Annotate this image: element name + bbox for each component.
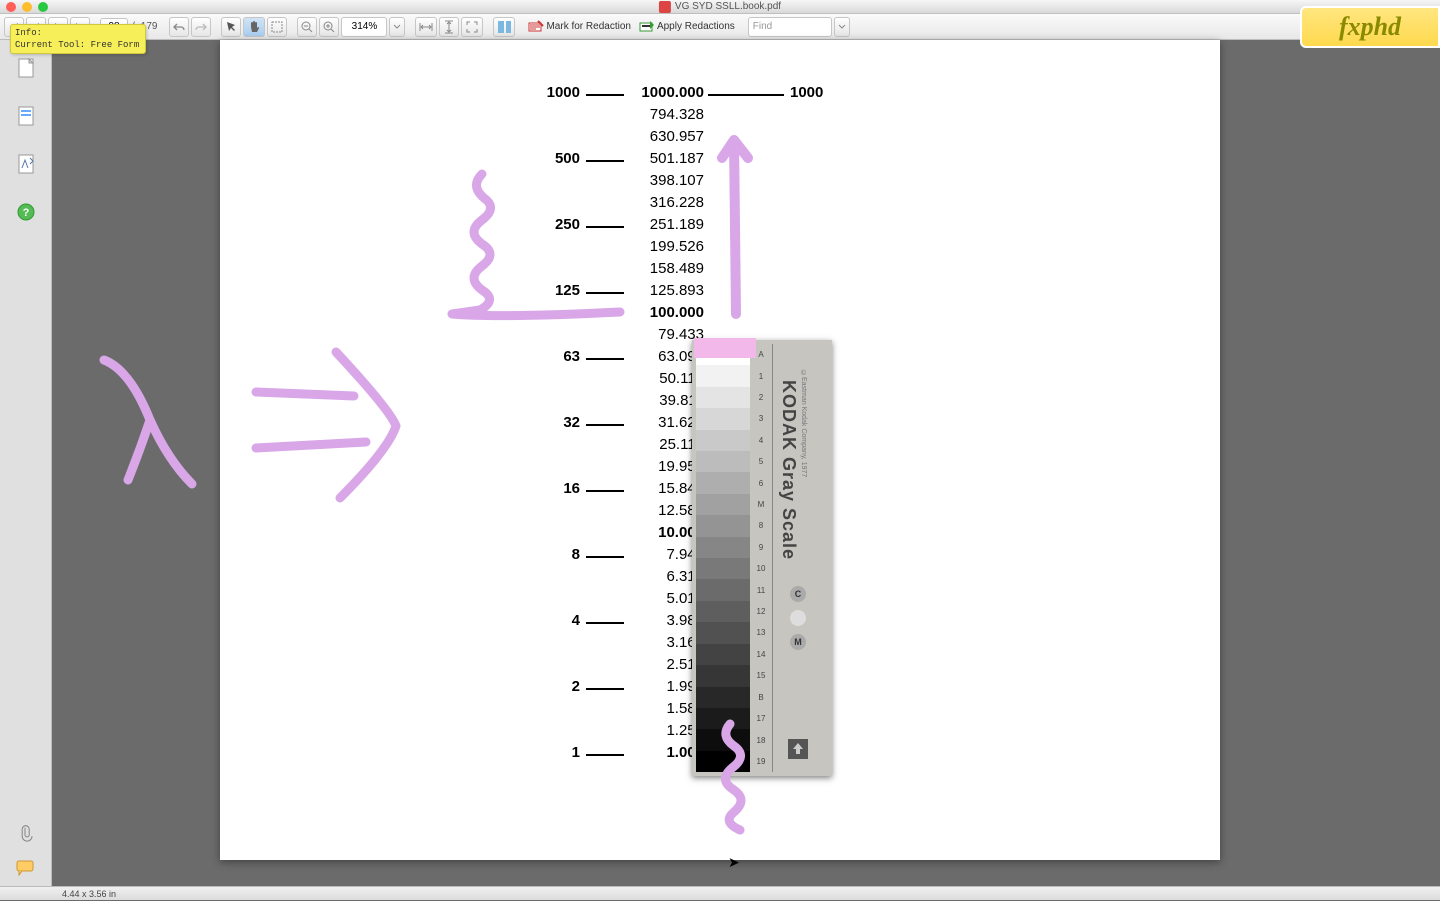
left-label: 16: [520, 480, 580, 497]
table-row: 500 501.187: [520, 150, 1080, 172]
table-row: 630.957: [520, 128, 1080, 150]
tick-mark: [586, 754, 624, 756]
info-sticky-note: Info: Current Tool: Free Form: [10, 24, 146, 54]
table-row: 199.526: [520, 238, 1080, 260]
left-label: 63: [520, 348, 580, 365]
table-row: 794.328: [520, 106, 1080, 128]
kodak-step-numbers: A123456M89101112131415B171819: [752, 344, 770, 772]
kodak-copyright: ©Eastman Kodak Company, 1977: [800, 370, 807, 477]
right-label: 1000: [790, 84, 840, 101]
kodak-divider: [772, 344, 773, 772]
mouse-cursor-icon: ➤: [728, 854, 740, 871]
kodak-badge-blank: [790, 610, 806, 626]
svg-text:?: ?: [22, 207, 29, 219]
brand-watermark: fxphd: [1300, 6, 1440, 48]
zoom-in-button[interactable]: [319, 17, 339, 37]
center-value: 316.228: [632, 194, 704, 211]
tick-mark: [586, 622, 624, 624]
annotation-highlight: [694, 338, 756, 358]
center-value: 630.957: [632, 128, 704, 145]
fit-visible-button[interactable]: [461, 17, 483, 37]
table-row: 1000 1000.000 1000: [520, 84, 1080, 106]
center-value: 1000.000: [632, 84, 704, 101]
sticky-line1: Info:: [15, 27, 141, 39]
attachments-panel-icon[interactable]: [14, 822, 38, 846]
zoom-level-input[interactable]: 314%: [341, 17, 387, 37]
pages-panel-icon[interactable]: [14, 56, 38, 80]
main-toolbar: 98 / 179 314% Mark for Redaction Apply R…: [0, 14, 1440, 40]
table-row: 100.000: [520, 304, 1080, 326]
reading-mode-button[interactable]: [493, 17, 515, 37]
tick-mark: [586, 160, 624, 162]
center-value: 199.526: [632, 238, 704, 255]
minimize-window-icon[interactable]: [22, 2, 32, 12]
signatures-panel-icon[interactable]: [14, 152, 38, 176]
left-label: 125: [520, 282, 580, 299]
center-value: 794.328: [632, 106, 704, 123]
left-label: 2: [520, 678, 580, 695]
kodak-badge-m: M: [790, 634, 806, 650]
table-row: 125 125.893: [520, 282, 1080, 304]
zoom-window-icon[interactable]: [38, 2, 48, 12]
apply-redactions-label: Apply Redactions: [657, 21, 735, 32]
redo-button[interactable]: [191, 17, 211, 37]
fit-page-button[interactable]: [439, 17, 459, 37]
tick-mark: [586, 424, 624, 426]
center-value: 251.189: [632, 216, 704, 233]
tick-mark: [586, 226, 624, 228]
status-dimensions: 4.44 x 3.56 in: [62, 889, 116, 899]
tick-mark: [586, 490, 624, 492]
table-row: 398.107: [520, 172, 1080, 194]
kodak-title: KODAK Gray Scale: [778, 380, 799, 560]
select-tool-button[interactable]: [221, 17, 241, 37]
center-value: 158.489: [632, 260, 704, 277]
comments-panel-icon[interactable]: [14, 856, 38, 880]
mark-redaction-button[interactable]: Mark for Redaction: [525, 17, 633, 37]
kodak-gray-strip: [696, 344, 750, 772]
table-row: 316.228: [520, 194, 1080, 216]
close-window-icon[interactable]: [6, 2, 16, 12]
center-value: 398.107: [632, 172, 704, 189]
bookmarks-panel-icon[interactable]: [14, 104, 38, 128]
tick-mark: [586, 688, 624, 690]
help-panel-icon[interactable]: ?: [14, 200, 38, 224]
left-label: 32: [520, 414, 580, 431]
right-tick: [708, 94, 784, 96]
left-label: 8: [520, 546, 580, 563]
window-title: VG SYD SSLL.book.pdf: [659, 1, 781, 13]
table-row: 158.489: [520, 260, 1080, 282]
status-bar: 4.44 x 3.56 in: [0, 886, 1440, 900]
kodak-gray-scale-card: A123456M89101112131415B171819 KODAK Gray…: [692, 340, 832, 776]
sticky-line2: Current Tool: Free Form: [15, 39, 141, 51]
zoom-out-button[interactable]: [297, 17, 317, 37]
left-label: 250: [520, 216, 580, 233]
find-input[interactable]: Find: [748, 17, 832, 37]
tick-mark: [586, 292, 624, 294]
window-titlebar: VG SYD SSLL.book.pdf: [0, 0, 1440, 14]
kodak-badge-c: C: [790, 586, 806, 602]
table-row: 250 251.189: [520, 216, 1080, 238]
center-value: 501.187: [632, 150, 704, 167]
hand-tool-button[interactable]: [243, 17, 265, 37]
center-value: 100.000: [632, 304, 704, 321]
left-label: 1: [520, 744, 580, 761]
undo-button[interactable]: [169, 17, 189, 37]
center-value: 125.893: [632, 282, 704, 299]
find-dropdown[interactable]: [834, 17, 850, 37]
left-label: 1000: [520, 84, 580, 101]
marquee-zoom-button[interactable]: [267, 17, 287, 37]
tick-mark: [586, 358, 624, 360]
tick-mark: [586, 94, 624, 96]
kodak-arrow-icon: [788, 739, 808, 764]
apply-redactions-button[interactable]: Apply Redactions: [636, 17, 738, 37]
workspace: ? 1000 1000.000 1000 794.328 630.957 500 501.1…: [0, 40, 1440, 886]
zoom-dropdown[interactable]: [389, 17, 405, 37]
left-label: 4: [520, 612, 580, 629]
tick-mark: [586, 556, 624, 558]
mark-redaction-label: Mark for Redaction: [546, 21, 630, 32]
navigation-sidebar: ?: [0, 40, 52, 886]
kodak-badges: C M: [790, 586, 806, 650]
fit-width-button[interactable]: [415, 17, 437, 37]
left-label: 500: [520, 150, 580, 167]
